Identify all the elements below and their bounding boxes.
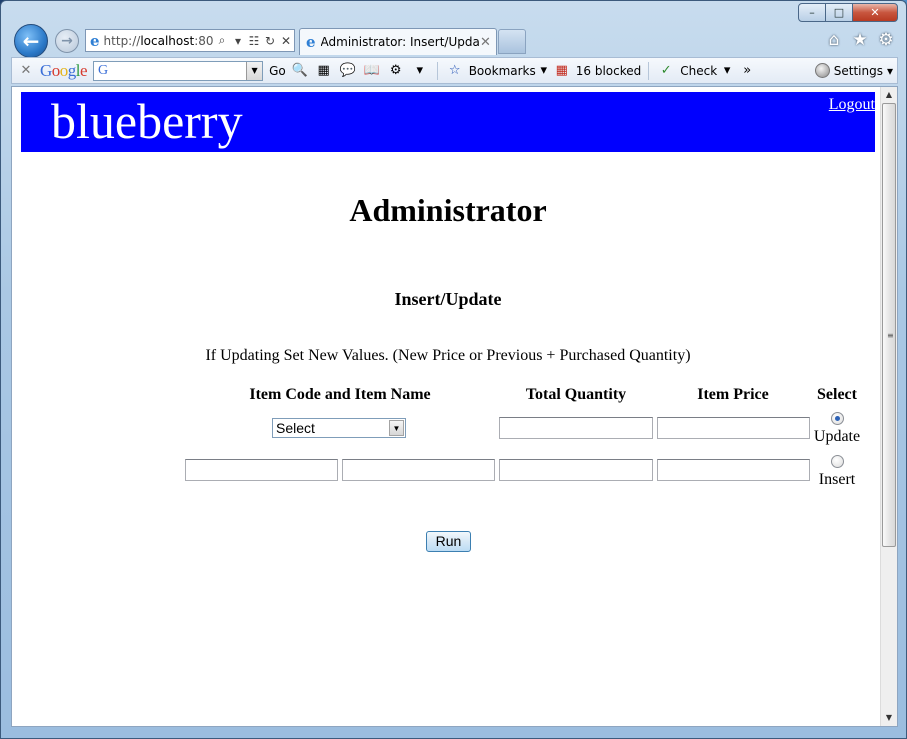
update-quantity-input[interactable] [499,417,653,439]
home-icon[interactable]: ⌂ [826,31,842,49]
vertical-scrollbar[interactable]: ▲ ≡ ▼ [880,87,897,726]
insert-price-input[interactable] [657,459,810,481]
search-dropdown-icon[interactable]: ▼ [246,61,263,80]
tab-administrator[interactable]: e Administrator: Insert/Update ✕ [299,28,497,55]
search-icon[interactable]: ⌕ [214,33,230,48]
forward-arrow-icon: → [61,33,73,49]
update-radio-label: Update [813,428,861,445]
column-header-quantity: Total Quantity [525,386,627,403]
insert-item-code-input[interactable] [185,459,338,481]
instruction-text: If Updating Set New Values. (New Price o… [205,347,691,364]
page-viewport: blueberry Logout Administrator Insert/Up… [11,86,898,727]
check-dropdown-icon[interactable]: ▾ [720,62,734,80]
address-url[interactable]: http://localhost:80 [104,34,214,48]
insert-radio-label: Insert [818,471,856,488]
back-arrow-icon: ← [22,29,40,53]
google-search-input[interactable]: G ▼ [93,60,264,81]
go-button[interactable]: Go [269,64,286,78]
site-banner: blueberry Logout [21,92,875,152]
magnifier-icon[interactable]: 🔍 [289,62,311,80]
section-title: Insert/Update [394,289,502,309]
column-header-price: Item Price [697,386,769,403]
run-button[interactable]: Run [426,531,471,552]
close-window-button[interactable]: ✕ [852,3,898,22]
translate-icon[interactable]: 💬 [337,62,359,80]
bookmarks-dropdown-icon[interactable]: ▾ [539,62,549,80]
popup-blocked-count[interactable]: 16 blocked [576,64,642,78]
page-title: Administrator [349,192,547,228]
stop-icon[interactable]: ✕ [278,34,294,48]
column-header-select: Select [817,386,857,403]
gadgets-icon[interactable]: ⚙ [385,62,407,80]
scroll-up-arrow-icon[interactable]: ▲ [881,87,897,103]
ie-page-icon: e [90,31,100,50]
toolbar-separator [648,61,650,80]
favorites-star-icon[interactable]: ★ [852,31,868,49]
bookmarks-button[interactable]: Bookmarks [469,64,536,78]
scrollbar-thumb[interactable]: ≡ [882,103,896,547]
check-button[interactable]: Check [680,64,717,78]
item-select-value: Select [276,420,315,436]
forward-button[interactable]: → [55,29,79,53]
tab-title: Administrator: Insert/Update [320,35,480,49]
back-button[interactable]: ← [14,24,48,58]
settings-wrench-icon [814,63,830,78]
brand-name: blueberry [51,93,243,149]
update-price-input[interactable] [657,417,810,439]
settings-label: Settings [833,63,883,78]
scroll-down-arrow-icon[interactable]: ▼ [881,710,897,726]
update-radio[interactable] [831,412,844,425]
toolbar-separator [436,61,438,80]
toolbar-close-icon[interactable]: ✕ [12,63,40,78]
image-icon[interactable]: ▦ [313,62,335,80]
new-tab-button[interactable] [498,29,526,54]
ie-tab-icon: e [306,33,316,51]
insert-quantity-input[interactable] [499,459,653,481]
refresh-icon[interactable]: ↻ [262,34,278,48]
popup-blocker-icon[interactable]: ▦ [551,62,573,80]
more-chevron-icon[interactable]: » [736,62,758,80]
settings-button[interactable]: Settings ▾ [814,63,893,78]
browser-command-icons: ⌂ ★ ⚙ [826,31,894,49]
window-caption-buttons: – □ ✕ [798,3,898,23]
scroll-grip-icon: ≡ [887,331,894,340]
item-select-dropdown[interactable]: Select ▼ [272,418,406,438]
browser-window: – □ ✕ ← → e http://localhost:80 ⌕ ▾ ☷ ↻ … [0,0,907,739]
tools-gear-icon[interactable]: ⚙ [878,31,894,49]
gadgets-dropdown-icon[interactable]: ▾ [409,62,431,80]
tab-close-icon[interactable]: ✕ [480,35,496,50]
insert-item-name-input[interactable] [342,459,495,481]
settings-dropdown-icon: ▾ [886,63,893,78]
compatibility-view-icon[interactable]: ☷ [246,34,262,48]
chevron-down-icon[interactable]: ▼ [389,420,404,436]
google-logo: Google [40,60,88,80]
spellcheck-icon[interactable]: ✓ [655,62,677,80]
insert-radio[interactable] [831,455,844,468]
address-bar[interactable]: e http://localhost:80 ⌕ ▾ ☷ ↻ ✕ [85,29,295,52]
column-header-item: Item Code and Item Name [249,386,431,403]
google-g-icon: G [98,62,109,78]
address-dropdown-icon[interactable]: ▾ [230,34,246,48]
navigation-bar: ← → e http://localhost:80 ⌕ ▾ ☷ ↻ ✕ e Ad… [1,23,906,58]
google-toolbar: ✕ Google G ▼ Go 🔍 ▦ 💬 📖 ⚙ ▾ ☆ Bookmarks … [11,57,898,84]
minimize-button[interactable]: – [798,3,826,22]
bookmark-star-icon[interactable]: ☆ [444,62,466,80]
notebook-icon[interactable]: 📖 [361,62,383,80]
maximize-button[interactable]: □ [825,3,853,22]
logout-link[interactable]: Logout [829,96,875,114]
